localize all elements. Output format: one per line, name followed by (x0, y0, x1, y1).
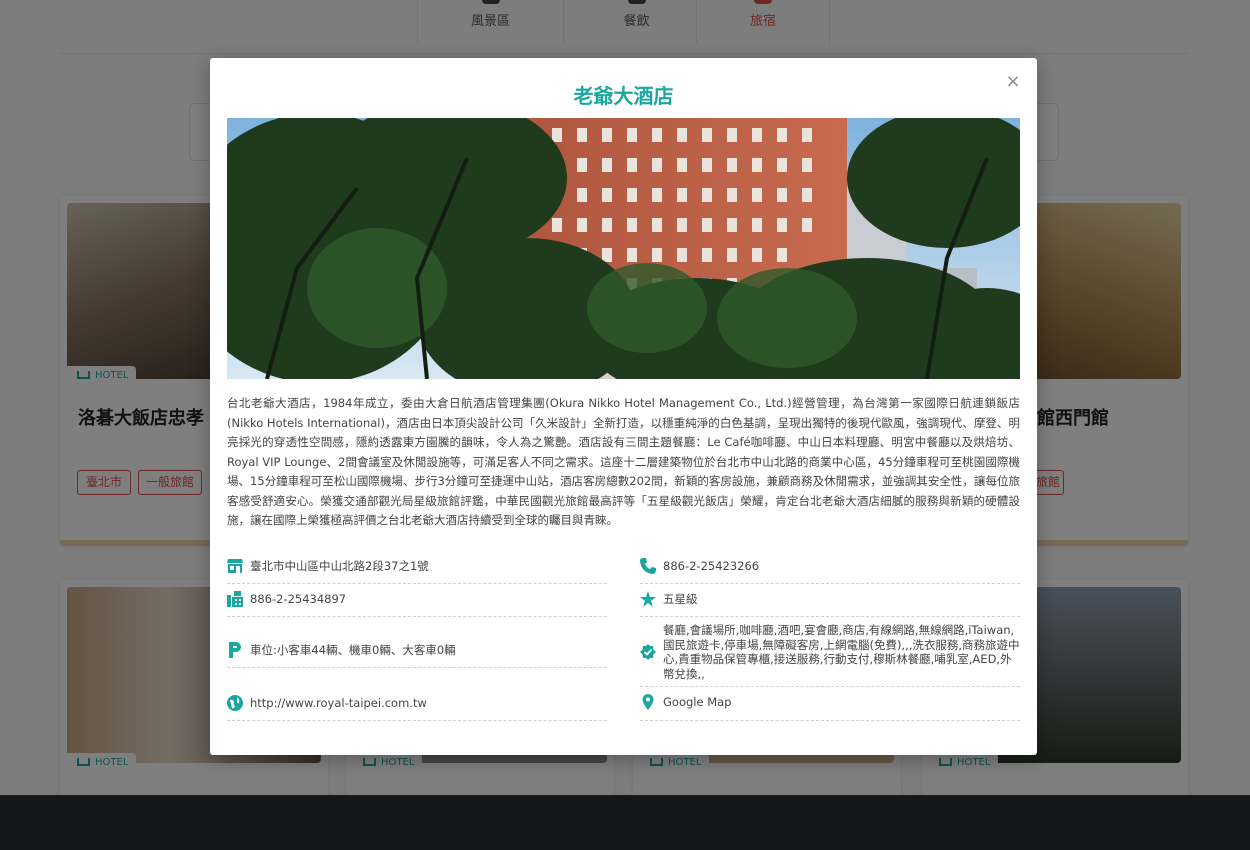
fax-text: 886-2-25434897 (250, 592, 347, 606)
phone-row: 886-2-25423266 (640, 556, 1020, 584)
phone-text: 886-2-25423266 (663, 559, 760, 573)
services-text: 餐廳,會議場所,咖啡廳,酒吧,宴會廳,商店,有線網路,無線網路,iTaiwan,… (663, 623, 1020, 681)
hotel-detail-modal: 老爺大酒店 × 台北老爺大酒店，1984年成立，委由大倉日航酒店管理集團(Oku… (210, 58, 1037, 755)
services-row: 餐廳,會議場所,咖啡廳,酒吧,宴會廳,商店,有線網路,無線網路,iTaiwan,… (640, 623, 1020, 687)
fax-icon (227, 591, 243, 607)
hotel-building-photo (227, 118, 1020, 379)
grade-text: 五星級 (663, 592, 698, 606)
hotel-photo (227, 118, 1020, 379)
map-marker-icon (642, 694, 654, 710)
close-icon[interactable]: × (1005, 73, 1021, 91)
phone-icon (640, 558, 656, 574)
store-icon (227, 559, 243, 573)
map-row: Google Map (640, 693, 1020, 721)
parking-row: 車位:小客車44輛、機車0輛、大客車0輛 (227, 640, 607, 668)
website-row: http://www.royal-taipei.com.tw (227, 694, 607, 721)
verified-badge-icon (640, 644, 656, 660)
parking-icon (229, 642, 241, 658)
address-text: 臺北市中山區中山北路2段37之1號 (250, 559, 429, 573)
google-map-link[interactable]: Google Map (663, 695, 731, 709)
parking-text: 車位:小客車44輛、機車0輛、大客車0輛 (250, 643, 456, 657)
website-link[interactable]: http://www.royal-taipei.com.tw (250, 696, 427, 710)
star-icon (640, 591, 656, 607)
grade-row: 五星級 (640, 590, 1020, 617)
modal-title: 老爺大酒店 (573, 84, 674, 108)
hotel-description: 台北老爺大酒店，1984年成立，委由大倉日航酒店管理集團(Okura Nikko… (227, 396, 1020, 527)
globe-icon (227, 695, 243, 711)
fax-row: 886-2-25434897 (227, 590, 607, 617)
address-row: 臺北市中山區中山北路2段37之1號 (227, 556, 607, 584)
